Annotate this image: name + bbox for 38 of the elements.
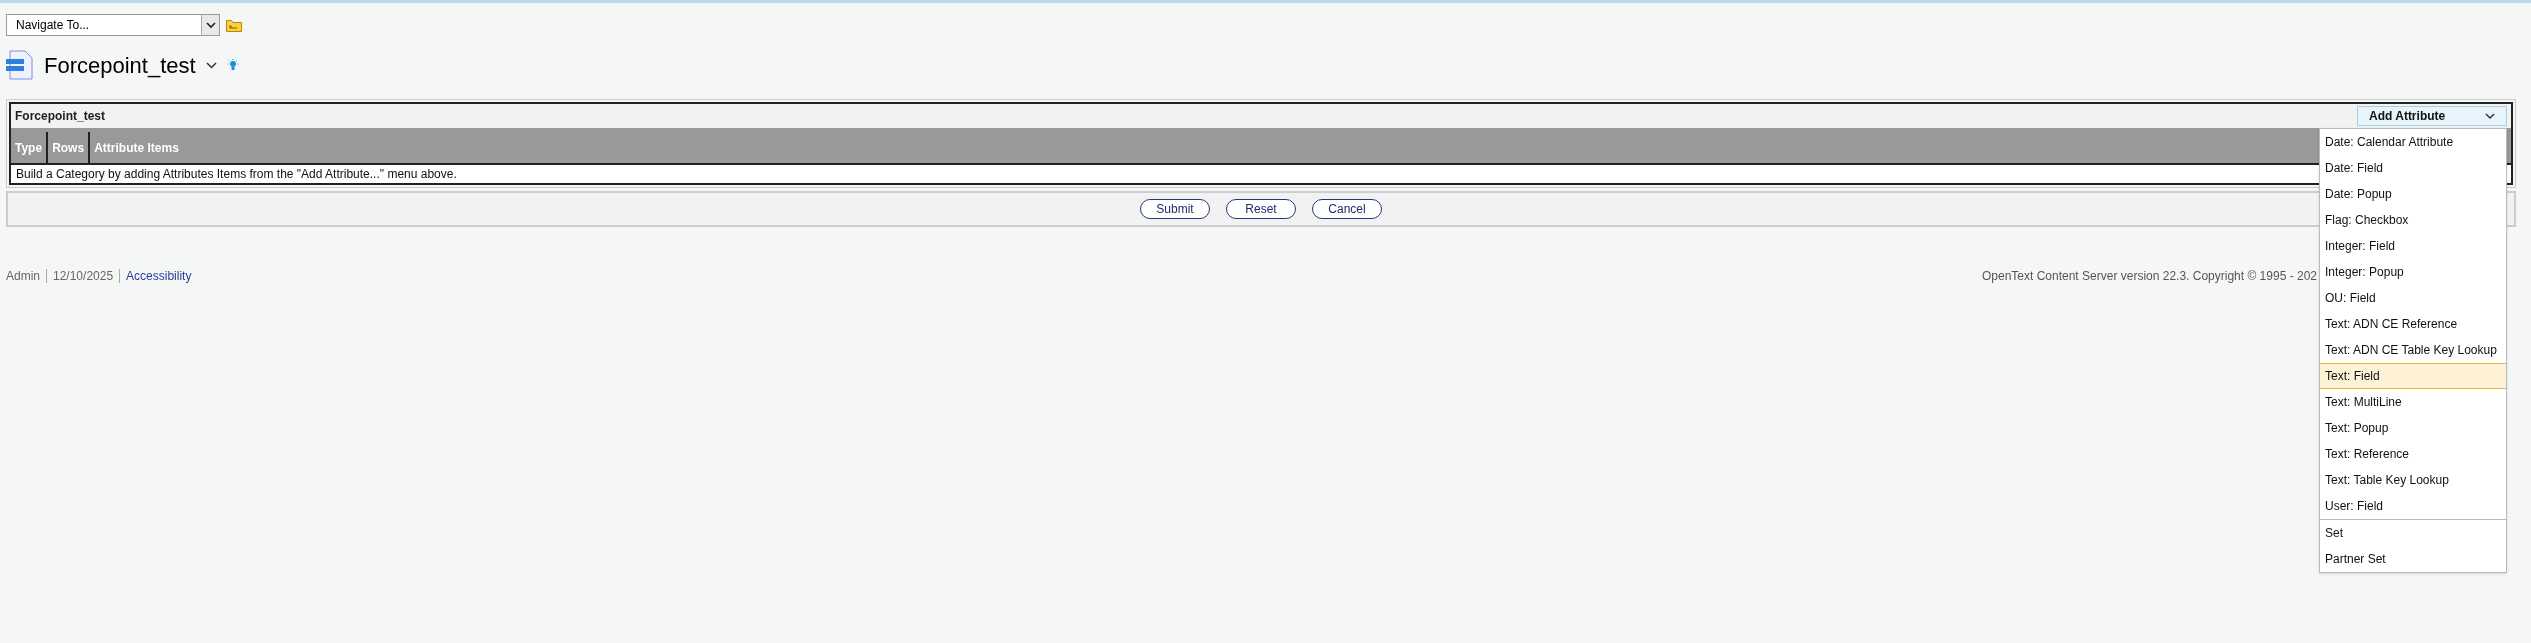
menu-item[interactable]: User: Field [2320, 493, 2506, 519]
menu-item[interactable]: Text: ADN CE Table Key Lookup [2320, 337, 2506, 363]
navigate-dropdown[interactable]: Navigate To... [6, 14, 220, 36]
document-icon [6, 50, 34, 80]
form-button[interactable]: Reset [1226, 199, 1296, 219]
chevron-down-icon[interactable] [205, 61, 217, 69]
menu-item[interactable]: Date: Calendar Attribute [2320, 129, 2506, 155]
form-button[interactable]: Cancel [1312, 199, 1382, 219]
menu-item[interactable]: OU: Field [2320, 285, 2506, 311]
chevron-down-icon [2485, 112, 2495, 120]
menu-item[interactable]: Flag: Checkbox [2320, 207, 2506, 233]
copyright-text: OpenText Content Server version 22.3. Copyright © 1995 - 202 [1981, 268, 2317, 285]
empty-message: Build a Category by adding Attributes Items from the "Add Attribute..." menu above. [16, 166, 457, 183]
form-button[interactable]: Submit [1140, 199, 1210, 219]
footer-text: 12/10/2025 [53, 268, 114, 285]
panel-title: Forcepoint_test [15, 108, 105, 125]
column-header: Type [15, 139, 43, 157]
menu-item[interactable]: Date: Popup [2320, 181, 2506, 207]
column-header: Rows [52, 139, 85, 157]
folder-up-icon[interactable] [226, 18, 242, 32]
menu-item[interactable]: Integer: Popup [2320, 259, 2506, 285]
accessibility-link[interactable]: Accessibility [126, 267, 192, 285]
add-attribute-dropdown[interactable]: Add Attribute [2357, 106, 2507, 126]
menu-item[interactable]: Text: Field [2320, 363, 2506, 389]
page-title: Forcepoint_test [44, 51, 196, 80]
menu-item[interactable]: Text: Popup [2320, 415, 2506, 441]
menu-item[interactable]: Text: MultiLine [2320, 389, 2506, 415]
menu-item[interactable]: Text: Table Key Lookup [2320, 467, 2506, 493]
menu-item[interactable]: Text: Reference [2320, 441, 2506, 467]
menu-item[interactable]: Integer: Field [2320, 233, 2506, 259]
chevron-down-icon [205, 21, 216, 29]
menu-item[interactable]: Date: Field [2320, 155, 2506, 181]
column-header: Attribute Items [94, 139, 179, 157]
footer-text: Admin [6, 268, 40, 285]
lightbulb-icon[interactable] [226, 58, 239, 72]
menu-item[interactable]: Partner Set [2320, 546, 2506, 572]
menu-item[interactable]: Text: ADN CE Reference [2320, 311, 2506, 337]
menu-item[interactable]: Set [2320, 520, 2506, 546]
